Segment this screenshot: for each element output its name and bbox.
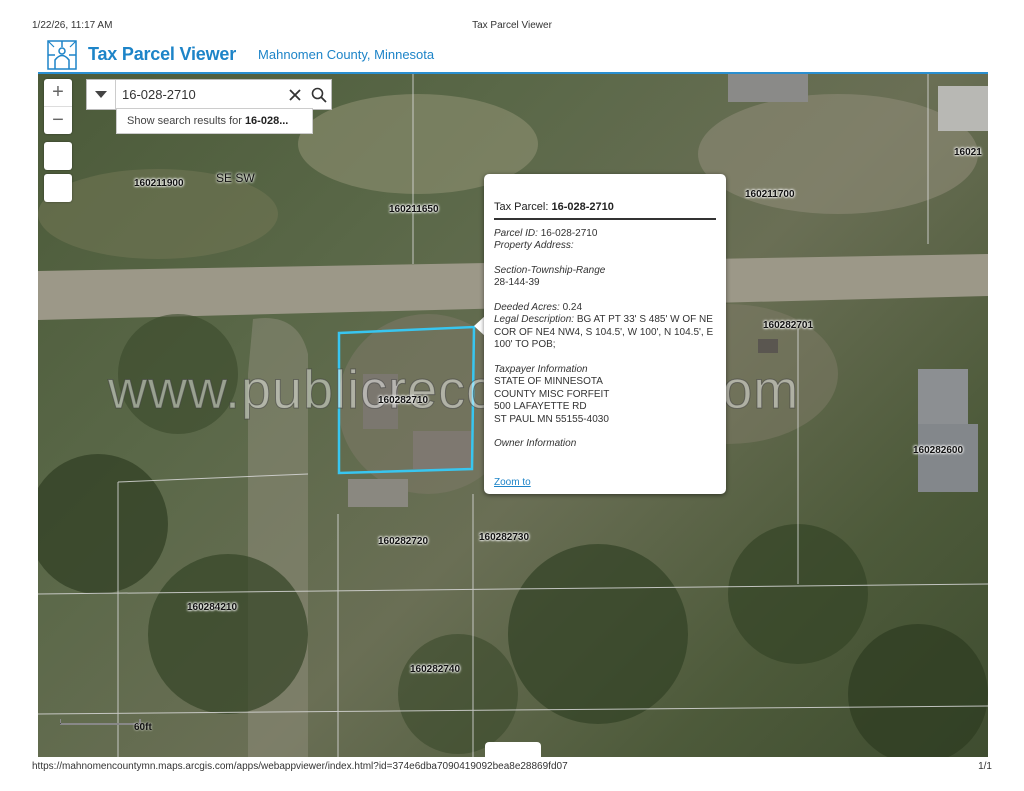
taxpayer-line: 500 LAFAYETTE RD	[494, 401, 587, 412]
legal-label: Legal Description:	[494, 314, 575, 325]
popup-title: Tax Parcel: 16-028-2710	[494, 201, 716, 220]
app-title: Tax Parcel Viewer	[88, 44, 237, 64]
owner-label: Owner Information	[494, 438, 577, 449]
search-source-dropdown[interactable]	[87, 80, 116, 109]
str-value: 28-144-39	[494, 277, 540, 288]
popup-title-value: 16-028-2710	[551, 201, 614, 213]
acres-label: Deeded Acres:	[494, 301, 560, 313]
parcel-id-value: 16-028-2710	[540, 227, 598, 239]
caret-down-icon	[95, 90, 107, 98]
parcel-id-row: Parcel ID: 16-028-2710	[494, 228, 716, 241]
str-row: Section-Township-Range	[494, 265, 716, 278]
parcel-popup: Tax Parcel: 16-028-2710 Parcel ID: 16-02…	[484, 174, 726, 494]
print-url: https://mahnomencountymn.maps.arcgis.com…	[32, 761, 568, 772]
popup-title-label: Tax Parcel:	[494, 201, 549, 213]
zoom-control: + −	[44, 79, 72, 134]
parcel-label: 160282740	[410, 664, 461, 675]
taxpayer-label: Taxpayer Information	[494, 363, 588, 375]
parcel-logo-icon	[47, 39, 77, 70]
property-address-row: Property Address:	[494, 240, 716, 253]
home-button[interactable]	[44, 142, 72, 170]
taxpayer-line: COUNTY MISC FORFEIT	[494, 388, 610, 400]
property-address-label: Property Address:	[494, 240, 574, 251]
taxpayer-line: STATE OF MINNESOTA	[494, 376, 603, 387]
parcel-label: 16021	[954, 147, 982, 158]
parcel-label: 160211650	[389, 204, 439, 215]
search-suggestion[interactable]: Show search results for 16-028...	[116, 108, 313, 134]
close-icon	[289, 88, 301, 101]
str-label: Section-Township-Range	[494, 264, 606, 276]
zoom-in-button[interactable]: +	[44, 79, 72, 106]
suggestion-prefix: Show search results for	[127, 115, 242, 127]
search-icon	[311, 87, 327, 103]
parcel-label: 160282710	[378, 395, 429, 406]
acres-row: Deeded Acres: 0.24	[494, 302, 716, 315]
parcel-label: 160211900	[134, 178, 184, 189]
owner-label-row: Owner Information	[494, 438, 716, 451]
acres-value: 0.24	[562, 301, 583, 313]
legal-row: Legal Description: BG AT PT 33' S 485' W…	[494, 314, 716, 352]
search-button[interactable]	[307, 80, 331, 109]
search-input[interactable]	[116, 81, 283, 108]
section-label: SE SW	[216, 171, 255, 185]
parcel-label: 160211700	[745, 189, 795, 200]
locate-button[interactable]	[44, 174, 72, 202]
taxpayer-label-row: Taxpayer Information	[494, 364, 716, 377]
zoom-to-link[interactable]: Zoom to	[494, 477, 531, 490]
app-subtitle: Mahnomen County, Minnesota	[258, 47, 435, 62]
print-page-number: 1/1	[978, 761, 992, 772]
suggestion-term: 16-028...	[244, 115, 289, 127]
parcel-label: 160284210	[187, 602, 238, 613]
scale-bar: 60ft	[59, 719, 152, 740]
taxpayer-line: ST PAUL MN 55155-4030	[494, 413, 609, 425]
map-view[interactable]: www.publicrecordsplus.com SE SW 16021190…	[38, 72, 988, 757]
zoom-out-button[interactable]: −	[44, 106, 72, 134]
parcel-label: 160282701	[763, 320, 814, 331]
parcel-label: 160282720	[378, 536, 429, 547]
clear-search-button[interactable]	[283, 80, 307, 109]
parcel-id-label: Parcel ID:	[494, 227, 538, 239]
parcel-label: 160282730	[479, 532, 530, 543]
attribute-panel-toggle[interactable]	[485, 742, 541, 757]
print-title: Tax Parcel Viewer	[472, 20, 552, 31]
app-header: Tax Parcel Viewer Mahnomen County, Minne…	[38, 37, 988, 72]
parcel-label: 160282600	[913, 445, 964, 456]
search-bar	[86, 79, 332, 110]
scale-label: 60ft	[134, 722, 152, 733]
